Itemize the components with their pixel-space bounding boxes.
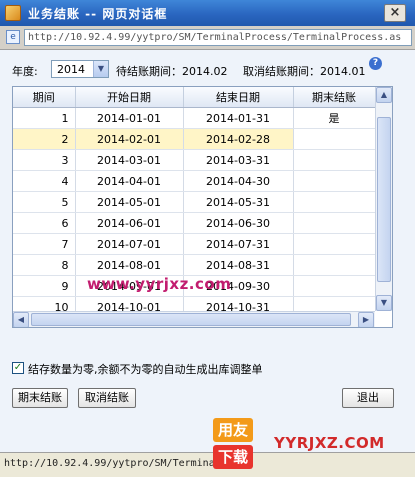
cell-period-close[interactable] xyxy=(293,212,375,234)
logo-top-text: 用友 xyxy=(213,418,253,442)
cell-period-close[interactable] xyxy=(293,296,375,311)
cell-period[interactable]: 8 xyxy=(13,254,76,276)
table-row[interactable]: 4 2014-04-01 2014-04-30 xyxy=(13,170,375,192)
cell-period-close[interactable] xyxy=(293,128,375,150)
watermark-brand: YYRJXZ.COM xyxy=(274,434,385,452)
horizontal-scrollbar[interactable]: ◀ ▶ xyxy=(13,311,375,327)
cell-start-date[interactable]: 2014-01-01 xyxy=(75,107,184,129)
cell-period[interactable]: 10 xyxy=(13,296,76,311)
app-icon xyxy=(5,5,21,21)
cell-period-close[interactable] xyxy=(293,233,375,255)
cell-period[interactable]: 7 xyxy=(13,233,76,255)
cell-period-close[interactable] xyxy=(293,275,375,297)
table-row[interactable]: 8 2014-08-01 2014-08-31 xyxy=(13,254,375,276)
arrow-right-icon[interactable]: ▶ xyxy=(358,312,374,327)
cell-end-date[interactable]: 2014-04-30 xyxy=(183,170,294,192)
title-bar: 业务结账 -- 网页对话框 × xyxy=(0,0,415,26)
table-row[interactable]: 3 2014-03-01 2014-03-31 xyxy=(13,149,375,171)
cell-start-date[interactable]: 2014-06-01 xyxy=(75,212,184,234)
cell-period-close[interactable] xyxy=(293,149,375,171)
cancel-close-button[interactable]: 取消结账 xyxy=(78,388,136,408)
cancel-period-label: 取消结账期间：2014.01 xyxy=(243,65,366,78)
cell-start-date[interactable]: 2014-03-01 xyxy=(75,149,184,171)
cell-end-date[interactable]: 2014-06-30 xyxy=(183,212,294,234)
cell-period[interactable]: 6 xyxy=(13,212,76,234)
table-row[interactable]: 7 2014-07-01 2014-07-31 xyxy=(13,233,375,255)
cell-period[interactable]: 4 xyxy=(13,170,76,192)
chevron-down-icon[interactable]: ▼ xyxy=(93,61,108,77)
cell-period[interactable]: 2 xyxy=(13,128,76,150)
auto-adjust-checkbox[interactable]: ✓ xyxy=(12,362,24,374)
watermark-logo: 用友 下载 xyxy=(213,418,253,470)
help-icon[interactable]: ? xyxy=(369,57,382,70)
cell-start-date[interactable]: 2014-10-01 xyxy=(75,296,184,311)
cell-period[interactable]: 3 xyxy=(13,149,76,171)
period-close-button[interactable]: 期末结账 xyxy=(12,388,68,408)
address-bar: e http://10.92.4.99/yytpro/SM/TerminalPr… xyxy=(0,26,415,50)
cell-end-date[interactable]: 2014-05-31 xyxy=(183,191,294,213)
cell-start-date[interactable]: 2014-02-01 xyxy=(75,128,184,150)
watermark-url: www.yyrjxz.com xyxy=(87,275,232,293)
arrow-left-icon[interactable]: ◀ xyxy=(13,312,29,327)
cell-period[interactable]: 1 xyxy=(13,107,76,129)
cell-end-date[interactable]: 2014-08-31 xyxy=(183,254,294,276)
cell-start-date[interactable]: 2014-08-01 xyxy=(75,254,184,276)
year-label: 年度: xyxy=(12,65,38,78)
status-url: http://10.92.4.99/yytpro/SM/Terminal xyxy=(4,458,221,469)
cell-period-close[interactable] xyxy=(293,254,375,276)
cell-end-date[interactable]: 2014-01-31 xyxy=(183,107,294,129)
table-row[interactable]: 1 2014-01-01 2014-01-31 是 xyxy=(13,107,375,129)
cell-end-date[interactable]: 2014-10-31 xyxy=(183,296,294,311)
status-bar: http://10.92.4.99/yytpro/SM/Terminal xyxy=(0,452,415,477)
arrow-down-icon[interactable]: ▼ xyxy=(376,295,392,311)
cell-end-date[interactable]: 2014-07-31 xyxy=(183,233,294,255)
page-icon: e xyxy=(6,30,20,44)
cell-period[interactable]: 5 xyxy=(13,191,76,213)
year-value: 2014 xyxy=(57,63,85,76)
table-row[interactable]: 10 2014-10-01 2014-10-31 xyxy=(13,296,375,311)
vertical-scrollbar[interactable]: ▲ ▼ xyxy=(375,87,392,311)
cell-end-date[interactable]: 2014-02-28 xyxy=(183,128,294,150)
address-field[interactable]: http://10.92.4.99/yytpro/SM/TerminalProc… xyxy=(24,29,412,46)
column-header-end-date[interactable]: 结束日期 xyxy=(183,87,294,108)
horizontal-scroll-thumb[interactable] xyxy=(31,313,351,326)
cell-period-close[interactable] xyxy=(293,170,375,192)
logo-bottom-text: 下载 xyxy=(213,445,253,469)
exit-button[interactable]: 退出 xyxy=(342,388,394,408)
auto-adjust-label: 结存数量为零,余额不为零的自动生成出库调整单 xyxy=(28,363,263,376)
year-select[interactable]: 2014 ▼ xyxy=(51,60,109,78)
table-row[interactable]: 5 2014-05-01 2014-05-31 xyxy=(13,191,375,213)
cell-period[interactable]: 9 xyxy=(13,275,76,297)
cell-start-date[interactable]: 2014-07-01 xyxy=(75,233,184,255)
cell-end-date[interactable]: 2014-03-31 xyxy=(183,149,294,171)
column-header-period[interactable]: 期间 xyxy=(13,87,76,108)
table-header: 期间 开始日期 结束日期 期末结账 xyxy=(13,87,375,108)
window-title: 业务结账 -- 网页对话框 xyxy=(28,7,168,21)
cell-period-close[interactable] xyxy=(293,191,375,213)
column-header-period-close[interactable]: 期末结账 xyxy=(293,87,375,108)
vertical-scroll-thumb[interactable] xyxy=(377,117,391,282)
cell-period-close[interactable]: 是 xyxy=(293,107,375,129)
table-row[interactable]: 2 2014-02-01 2014-02-28 xyxy=(13,128,375,150)
pending-period-label: 待结账期间：2014.02 xyxy=(116,65,228,78)
close-button[interactable]: × xyxy=(384,4,406,22)
arrow-up-icon[interactable]: ▲ xyxy=(376,87,392,103)
column-header-start-date[interactable]: 开始日期 xyxy=(75,87,184,108)
table-row[interactable]: 6 2014-06-01 2014-06-30 xyxy=(13,212,375,234)
cell-start-date[interactable]: 2014-05-01 xyxy=(75,191,184,213)
cell-start-date[interactable]: 2014-04-01 xyxy=(75,170,184,192)
